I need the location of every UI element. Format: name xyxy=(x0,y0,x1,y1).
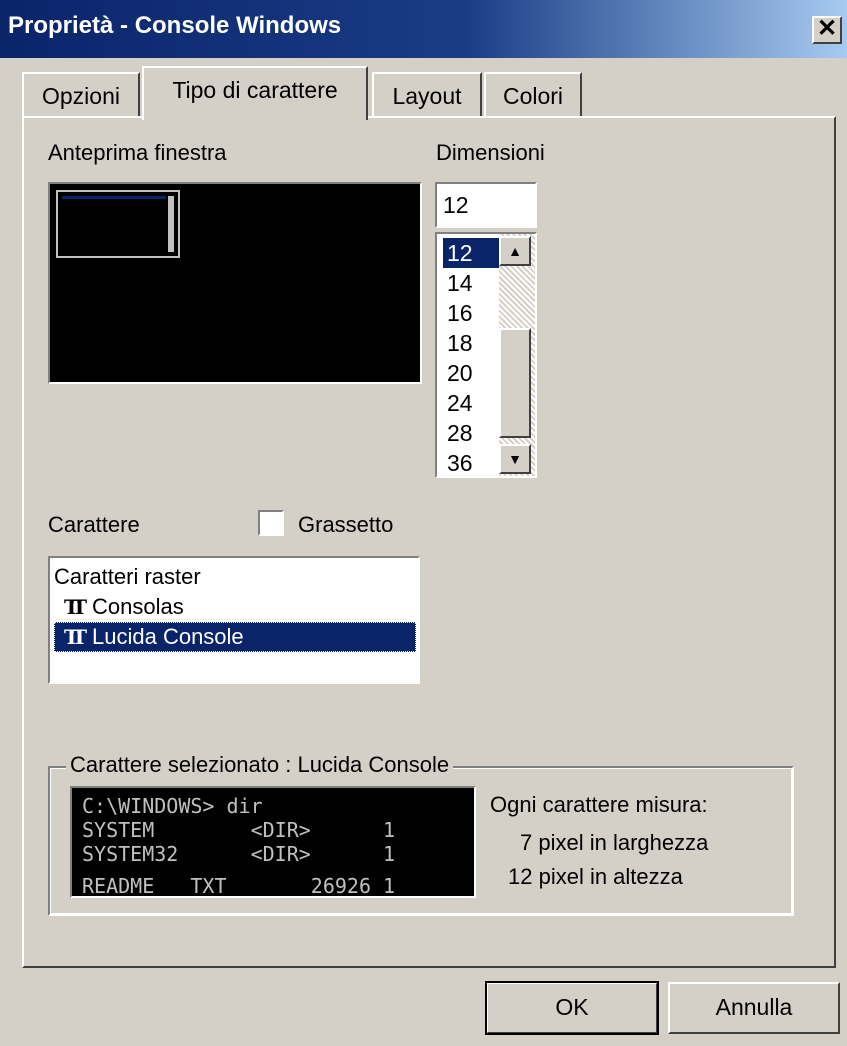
sample-line: C:\WINDOWS> dir xyxy=(82,794,263,818)
sample-line: SYSTEM32 <DIR> 1 xyxy=(82,842,396,866)
close-icon: ✕ xyxy=(816,15,838,42)
bold-label[interactable]: Grassetto xyxy=(298,512,393,538)
size-item[interactable]: 20 xyxy=(443,358,499,388)
metrics-title: Ogni carattere misura: xyxy=(490,792,708,817)
metrics-width: 7 pixel in larghezza xyxy=(520,830,709,855)
font-item-label: Caratteri raster xyxy=(54,564,201,589)
size-item[interactable]: 12 xyxy=(443,238,499,268)
sample-line: README TXT 26926 1 xyxy=(82,874,396,898)
sample-line: SYSTEM <DIR> 1 xyxy=(82,818,396,842)
font-item-lucida-console[interactable]: TT Lucida Console xyxy=(54,622,416,652)
cancel-button[interactable]: Annulla xyxy=(668,982,840,1034)
tab-tipo-di-carattere[interactable]: Tipo di carattere xyxy=(142,66,368,120)
tab-opzioni[interactable]: Opzioni xyxy=(22,72,140,116)
mini-window-scrollbar xyxy=(168,196,174,252)
window-title: Proprietà - Console Windows xyxy=(8,12,342,39)
font-item-consolas[interactable]: TT Consolas xyxy=(54,592,416,622)
mini-window xyxy=(56,190,180,258)
size-item[interactable]: 36 xyxy=(443,448,499,476)
scroll-down-button[interactable]: ▼ xyxy=(499,444,531,474)
arrow-up-icon: ▲ xyxy=(508,243,522,259)
selected-font-legend: Carattere selezionato : Lucida Console xyxy=(66,752,454,778)
font-item-label: Consolas xyxy=(92,594,184,619)
mini-window-titlebar xyxy=(62,196,166,199)
size-list[interactable]: 12 14 16 18 20 24 28 36 ▲ ▼ xyxy=(435,232,537,478)
tab-colori[interactable]: Colori xyxy=(484,72,582,116)
metrics-height: 12 pixel in altezza xyxy=(508,864,683,889)
preview-label: Anteprima finestra xyxy=(48,140,227,165)
size-scrollbar[interactable]: ▲ ▼ xyxy=(499,234,535,476)
font-sample-preview: C:\WINDOWS> dir SYSTEM <DIR> 1 SYSTEM32 … xyxy=(70,786,476,898)
truetype-font-icon: TT xyxy=(64,625,87,649)
scroll-up-button[interactable]: ▲ xyxy=(499,236,531,266)
window-preview xyxy=(48,182,422,384)
size-item[interactable]: 16 xyxy=(443,298,499,328)
size-item[interactable]: 18 xyxy=(443,328,499,358)
sizes-label: Dimensioni xyxy=(436,140,545,165)
scroll-thumb[interactable] xyxy=(499,328,531,438)
size-item[interactable]: 14 xyxy=(443,268,499,298)
size-item[interactable]: 28 xyxy=(443,418,499,448)
size-item[interactable]: 24 xyxy=(443,388,499,418)
font-item-label: Lucida Console xyxy=(92,624,244,649)
close-button[interactable]: ✕ xyxy=(812,16,842,44)
ok-button[interactable]: OK xyxy=(485,981,659,1035)
font-item-raster[interactable]: Caratteri raster xyxy=(54,562,416,592)
size-input[interactable]: 12 xyxy=(435,182,537,228)
font-list[interactable]: Caratteri raster TT Consolas TT Lucida Con… xyxy=(48,556,420,684)
arrow-down-icon: ▼ xyxy=(508,451,522,467)
bold-checkbox[interactable] xyxy=(258,510,284,536)
font-label: Carattere xyxy=(48,512,140,537)
truetype-font-icon: TT xyxy=(64,595,87,619)
tab-layout[interactable]: Layout xyxy=(372,72,482,116)
active-tab-joint xyxy=(144,114,366,120)
